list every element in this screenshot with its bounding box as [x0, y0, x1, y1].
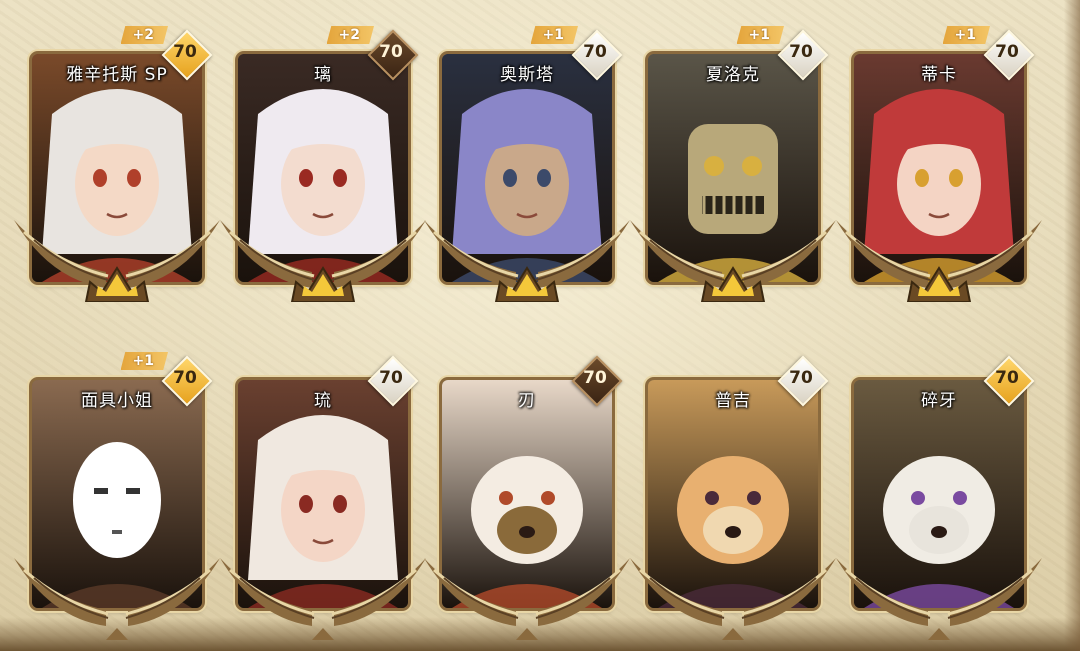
level-badge: 70 [161, 29, 213, 81]
hero-card[interactable]: 普吉 70 [630, 352, 836, 640]
hero-card[interactable]: 刃 70 [424, 352, 630, 640]
hero-card[interactable]: 碎牙 70 [836, 352, 1042, 640]
hero-card-grid: 雅辛托斯 SP 70 +2 璃 70 +2 奥斯塔 70 +1 夏洛克 70 +… [0, 0, 1080, 651]
level-badge: 70 [571, 29, 623, 81]
golden-wing-crown-icon [832, 548, 1046, 640]
upgrade-plus-tag: +2 [326, 26, 374, 44]
upgrade-plus-tag: +1 [120, 352, 168, 370]
hero-level: 70 [789, 42, 813, 62]
golden-wing-crown-icon [10, 210, 224, 302]
level-badge: 70 [367, 29, 419, 81]
golden-wing-crown-icon [216, 548, 430, 640]
hero-level: 70 [583, 368, 607, 388]
level-badge: 70 [983, 29, 1035, 81]
hero-level: 70 [173, 368, 197, 388]
golden-wing-crown-icon [10, 548, 224, 640]
golden-wing-crown-icon [420, 548, 634, 640]
upgrade-plus-tag: +1 [736, 26, 784, 44]
hero-card[interactable]: 雅辛托斯 SP 70 +2 [14, 26, 220, 306]
hero-card[interactable]: 蒂卡 70 +1 [836, 26, 1042, 306]
level-badge: 70 [983, 355, 1035, 407]
golden-wing-crown-icon [216, 210, 430, 302]
hero-card[interactable]: 琉 70 [220, 352, 426, 640]
level-badge: 70 [777, 29, 829, 81]
level-badge: 70 [367, 355, 419, 407]
hero-card[interactable]: 面具小姐 70 +1 [14, 352, 220, 640]
level-badge: 70 [777, 355, 829, 407]
golden-wing-crown-icon [626, 548, 840, 640]
hero-card[interactable]: 奥斯塔 70 +1 [424, 26, 630, 306]
hero-level: 70 [995, 42, 1019, 62]
hero-level: 70 [789, 368, 813, 388]
golden-wing-crown-icon [626, 210, 840, 302]
golden-wing-crown-icon [832, 210, 1046, 302]
upgrade-plus-tag: +1 [530, 26, 578, 44]
hero-level: 70 [173, 42, 197, 62]
hero-level: 70 [379, 42, 403, 62]
upgrade-plus-tag: +2 [120, 26, 168, 44]
hero-level: 70 [379, 368, 403, 388]
level-badge: 70 [161, 355, 213, 407]
level-badge: 70 [571, 355, 623, 407]
hero-card[interactable]: 夏洛克 70 +1 [630, 26, 836, 306]
hero-card[interactable]: 璃 70 +2 [220, 26, 426, 306]
hero-level: 70 [995, 368, 1019, 388]
hero-level: 70 [583, 42, 607, 62]
golden-wing-crown-icon [420, 210, 634, 302]
upgrade-plus-tag: +1 [942, 26, 990, 44]
